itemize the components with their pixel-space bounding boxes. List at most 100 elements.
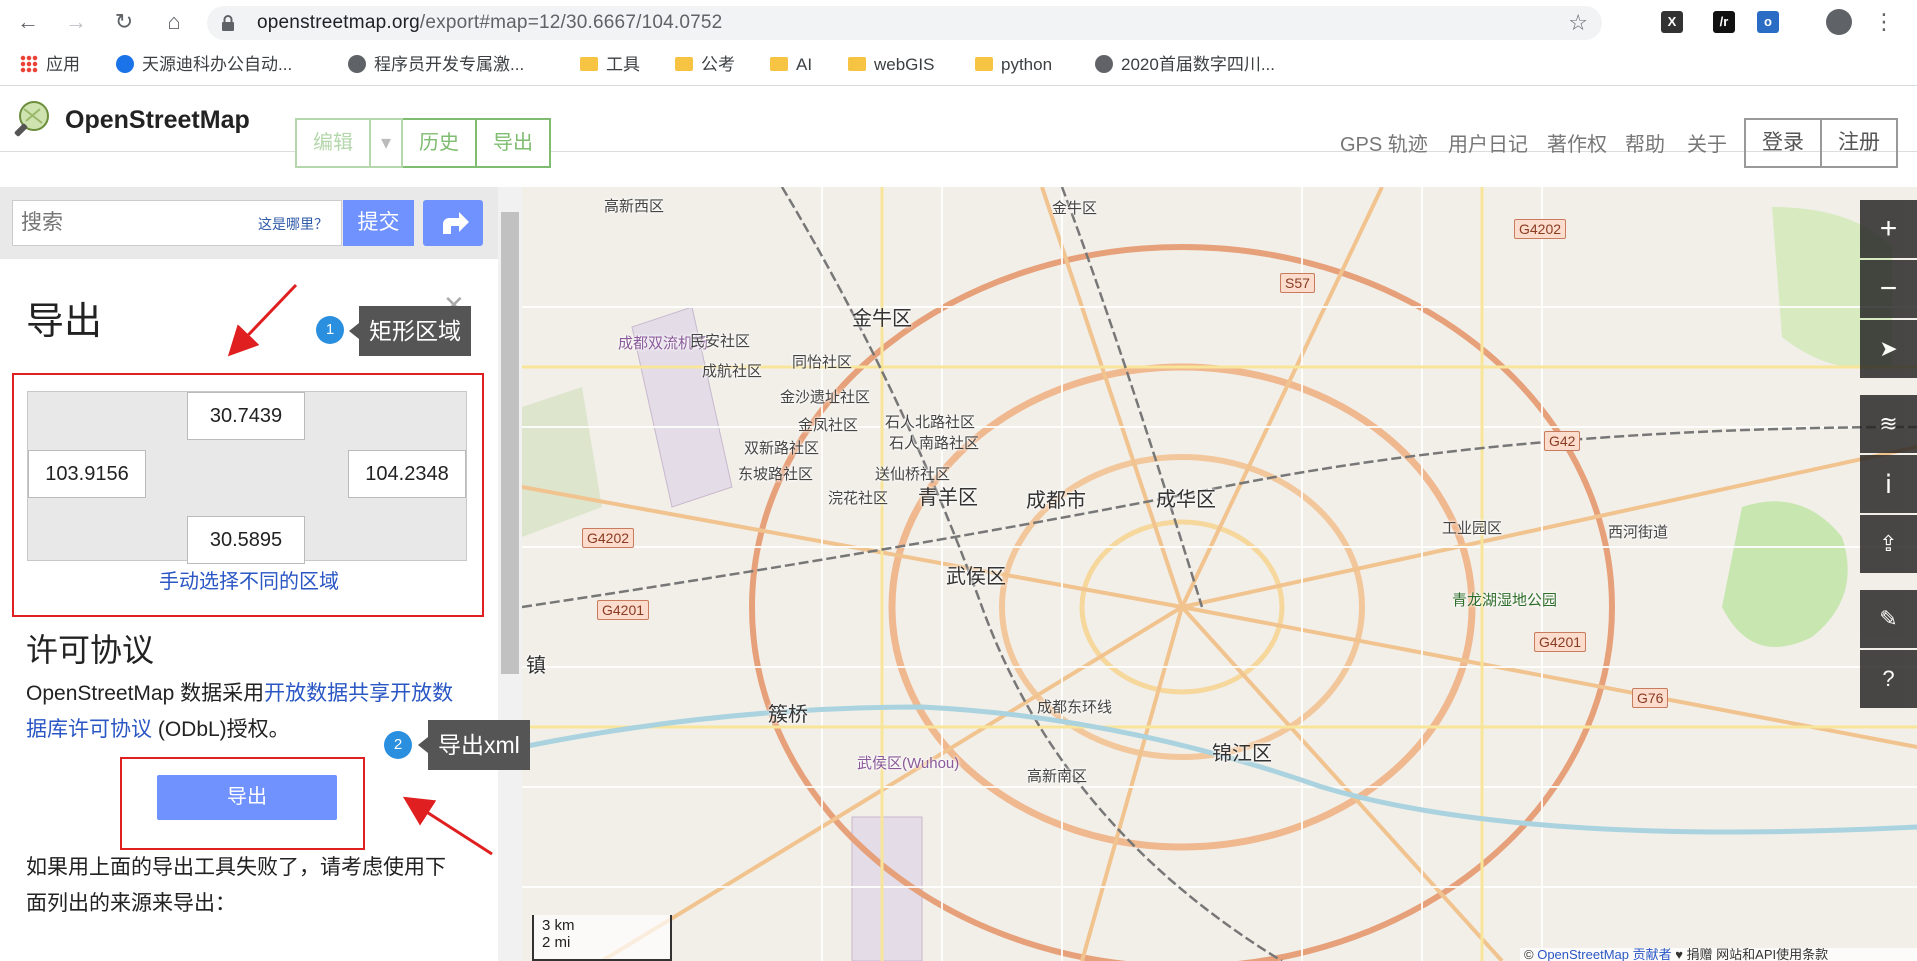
folder-icon [848, 56, 866, 71]
history-button[interactable]: 历史 [403, 118, 478, 168]
map-label: 青龙湖湿地公园 [1452, 592, 1558, 609]
directions-icon [443, 212, 469, 234]
profile-avatar[interactable] [1826, 9, 1852, 35]
bookmarks-bar: 应用 天源迪科办公自动... 程序员开发专属激... 工具 公考 AI webG… [0, 44, 1917, 86]
map-label: 浣花社区 [828, 490, 889, 507]
map-label: 成华区 [1156, 489, 1216, 511]
highway-shield: G42 [1544, 431, 1581, 451]
map-label: 金凤社区 [798, 417, 859, 434]
export-tab-button[interactable]: 导出 [477, 118, 552, 168]
map-label: 西河街道 [1608, 524, 1669, 541]
highway-shield: G4201 [597, 600, 650, 620]
step-callout: 导出xml [418, 720, 530, 770]
edit-dropdown-icon[interactable]: ▾ [371, 118, 404, 168]
highway-shield: G4201 [1534, 632, 1587, 652]
east-lon-field[interactable]: 104.2348 [348, 450, 466, 498]
license-title: 许可协议 [26, 632, 155, 668]
reload-icon[interactable]: ↻ [110, 8, 138, 36]
highway-shield: S57 [1280, 273, 1315, 293]
step-badge: 2 [384, 731, 412, 759]
map-label: 锦江区 [1212, 743, 1272, 765]
share-button[interactable]: ⇪ [1860, 515, 1917, 573]
highway-shield: G4202 [582, 528, 635, 548]
map-label: 成航社区 [702, 363, 763, 380]
bookmark-folder[interactable]: 公考 [675, 54, 735, 76]
extension-x-icon[interactable]: X [1661, 11, 1683, 33]
apps-icon [20, 54, 38, 73]
forward-icon[interactable]: → [62, 8, 90, 36]
annotation-arrows [227, 283, 493, 856]
map-label: 同怡社区 [792, 354, 853, 371]
map-label: 石人北路社区 [885, 414, 976, 431]
add-note-button[interactable]: ✎ [1860, 590, 1917, 648]
browser-toolbar: ← → ↻ ⌂ openstreetmap.org/export#map=12/… [0, 0, 1917, 44]
nav-gps-traces[interactable]: GPS 轨迹 [1340, 128, 1428, 157]
bookmark-item[interactable]: 程序员开发专属激... [348, 54, 524, 76]
export-title: 导出 [26, 301, 103, 343]
osm-contributors-link[interactable]: OpenStreetMap 贡献者 [1537, 948, 1671, 961]
highway-shield: G4202 [1514, 219, 1567, 239]
bookmark-folder[interactable]: AI [770, 54, 812, 76]
west-lon-field[interactable]: 103.9156 [28, 450, 146, 498]
map-label: 工业园区 [1442, 520, 1503, 537]
north-lat-field[interactable]: 30.7439 [187, 392, 305, 440]
bookmark-folder[interactable]: webGIS [848, 54, 934, 76]
home-icon[interactable]: ⌂ [160, 8, 188, 36]
site-icon [116, 54, 134, 73]
map-key-button[interactable]: ⅰ [1860, 455, 1917, 513]
bookmark-folder[interactable]: 工具 [580, 54, 640, 76]
map-label: 民安社区 [690, 333, 751, 350]
map-roads [522, 187, 1917, 961]
globe-icon [1095, 54, 1113, 73]
extension-outlook-icon[interactable]: o [1757, 11, 1779, 33]
query-features-button[interactable]: ? [1860, 650, 1917, 708]
where-is-this-link[interactable]: 这是哪里？ [258, 214, 328, 234]
extension-r-icon[interactable]: /r [1713, 11, 1735, 33]
map-canvas[interactable]: 高新西区 金牛区 成都双流机场 民安社区 成航社区 同怡社区 金沙遗址社区 金凤… [522, 187, 1917, 961]
manual-select-area-link[interactable]: 手动选择不同的区域 [0, 565, 498, 594]
brand-name[interactable]: OpenStreetMap [65, 106, 250, 135]
export-fail-text: 如果用上面的导出工具失败了，请考虑使用下面列出的来源来导出： [26, 856, 446, 915]
layers-button[interactable]: ≋ [1860, 395, 1917, 453]
scale-mi: 2 mi [542, 934, 571, 951]
sidebar-scroll-thumb[interactable] [501, 212, 519, 674]
edit-button[interactable]: 编辑 [295, 118, 371, 168]
nav-help[interactable]: 帮助 [1625, 128, 1665, 157]
map-label: 金沙遗址社区 [780, 389, 871, 406]
zoom-in-button[interactable]: + [1860, 200, 1917, 258]
address-bar[interactable]: openstreetmap.org/export#map=12/30.6667/… [207, 6, 1602, 40]
folder-icon [580, 56, 598, 71]
map-label: 青羊区 [918, 487, 978, 509]
osm-logo-icon[interactable] [12, 99, 52, 139]
south-lat-field[interactable]: 30.5895 [187, 516, 305, 564]
export-button[interactable]: 导出 [157, 775, 337, 820]
nav-user-diaries[interactable]: 用户日记 [1448, 128, 1528, 157]
menu-icon[interactable]: ⋮ [1870, 8, 1898, 36]
bookmark-item[interactable]: 2020首届数字四川... [1095, 54, 1275, 76]
map-label: 成都市 [1026, 490, 1086, 512]
zoom-out-button[interactable]: − [1860, 260, 1917, 318]
login-button[interactable]: 登录 [1746, 120, 1820, 166]
bookmark-star-icon[interactable]: ☆ [1568, 10, 1588, 36]
folder-icon [675, 56, 693, 71]
map-label: 武侯区(Wuhou) [857, 755, 960, 772]
locate-button[interactable]: ➤ [1860, 320, 1917, 378]
map-label: 成都东环线 [1037, 699, 1113, 716]
url-text: openstreetmap.org/export#map=12/30.6667/… [257, 12, 723, 33]
search-submit-button[interactable]: 提交 [343, 200, 414, 246]
scale-bar: 3 km 2 mi [532, 915, 672, 961]
map-label: 金牛区 [852, 308, 912, 330]
map-label: 双新路社区 [744, 440, 820, 457]
nav-about[interactable]: 关于 [1687, 128, 1727, 157]
scale-km: 3 km [542, 917, 575, 934]
bookmark-item[interactable]: 天源迪科办公自动... [116, 54, 292, 76]
bookmark-apps[interactable]: 应用 [20, 54, 80, 76]
directions-button[interactable] [423, 200, 483, 246]
nav-copyright[interactable]: 著作权 [1547, 128, 1607, 157]
map-label: 高新南区 [1027, 768, 1088, 785]
back-icon[interactable]: ← [14, 8, 42, 36]
map-label: 东坡路社区 [738, 466, 814, 483]
step-callout: 矩形区域 [349, 306, 471, 356]
signup-button[interactable]: 注册 [1820, 120, 1896, 166]
bookmark-folder[interactable]: python [975, 54, 1052, 76]
